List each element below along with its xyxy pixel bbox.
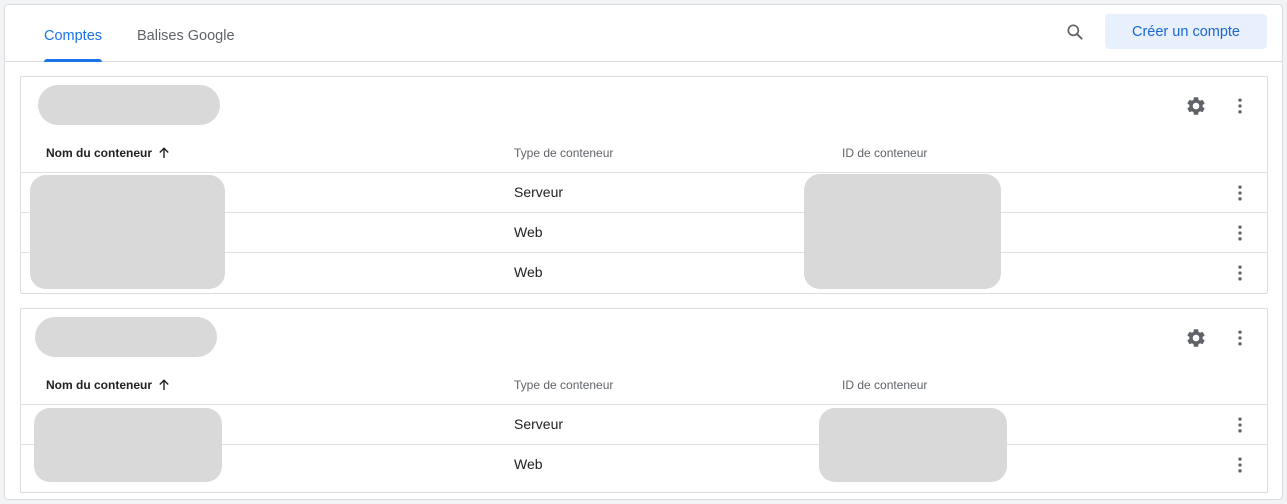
column-header-name[interactable]: Nom du conteneur [46,378,170,392]
column-header-type: Type de conteneur [514,146,614,160]
container-ids-redacted [819,408,1007,482]
container-type: Web [514,456,543,472]
tab-balises-google[interactable]: Balises Google [137,5,235,61]
column-header-label: Nom du conteneur [46,378,153,392]
search-button[interactable] [1061,18,1089,46]
column-header-type: Type de conteneur [514,378,614,392]
container-ids-redacted [804,174,1001,289]
row-more-button[interactable] [1226,219,1254,247]
tab-comptes[interactable]: Comptes [44,5,103,62]
account-card: Nom du conteneur Type de conteneur ID de… [20,308,1268,493]
account-name-redacted [38,85,220,125]
search-icon [1067,24,1083,40]
gear-icon [1187,329,1205,347]
create-account-button[interactable]: Créer un compte [1105,14,1267,49]
container-names-redacted [30,175,225,289]
row-more-button[interactable] [1226,411,1254,439]
account-name-redacted [35,317,217,357]
tab-label: Balises Google [137,28,235,44]
active-tab-indicator [44,59,103,62]
column-header-id: ID de conteneur [842,378,928,392]
more-vert-icon [1238,98,1242,114]
container-type: Web [514,264,543,280]
account-more-button[interactable] [1226,92,1254,120]
account-card: Nom du conteneur Type de conteneur ID de… [20,76,1268,294]
tab-label: Comptes [44,28,103,44]
account-settings-button[interactable] [1182,324,1210,352]
gear-icon [1187,97,1205,115]
more-vert-icon [1238,265,1242,281]
more-vert-icon [1238,225,1242,241]
container-type: Serveur [514,416,564,432]
top-bar: Comptes Balises Google Créer un compte [5,5,1282,62]
more-vert-icon [1238,330,1242,346]
more-vert-icon [1238,185,1242,201]
container-names-redacted [34,408,222,482]
account-more-button[interactable] [1226,324,1254,352]
sort-ascending-icon [159,379,169,390]
row-more-button[interactable] [1226,259,1254,287]
more-vert-icon [1238,417,1242,433]
column-header-name[interactable]: Nom du conteneur [46,146,170,160]
row-more-button[interactable] [1226,451,1254,479]
more-vert-icon [1238,457,1242,473]
column-header-label: Nom du conteneur [46,146,153,160]
sort-ascending-icon [159,147,169,158]
account-settings-button[interactable] [1182,92,1210,120]
container-type: Web [514,224,543,240]
column-header-id: ID de conteneur [842,146,928,160]
app-frame: Comptes Balises Google Créer un compte N… [4,4,1283,500]
row-more-button[interactable] [1226,179,1254,207]
container-type: Serveur [514,184,564,200]
